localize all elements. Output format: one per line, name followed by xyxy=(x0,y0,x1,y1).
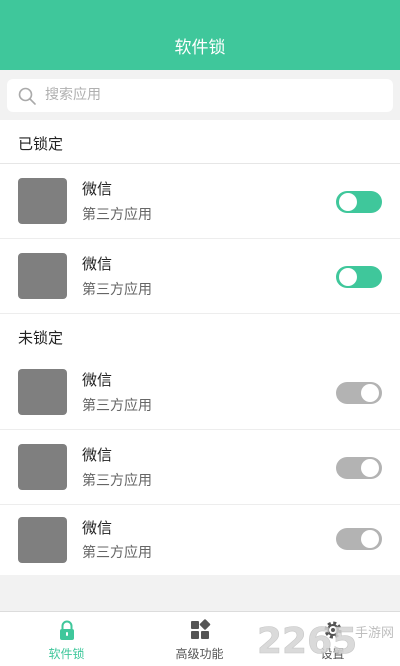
lock-toggle[interactable] xyxy=(336,382,382,404)
list-item[interactable]: 微信 第三方应用 xyxy=(0,505,400,575)
app-subtitle: 第三方应用 xyxy=(82,282,152,298)
app-subtitle: 第三方应用 xyxy=(82,473,152,489)
search-bar xyxy=(0,70,400,120)
app-subtitle: 第三方应用 xyxy=(82,545,152,561)
app-header: 软件锁 xyxy=(0,0,400,70)
search-input[interactable] xyxy=(45,84,375,106)
list-item[interactable]: 微信 第三方应用 xyxy=(0,239,400,314)
watermark-site: 手游网 xyxy=(355,626,394,641)
app-subtitle: 第三方应用 xyxy=(82,398,152,414)
app-name: 微信 xyxy=(82,371,113,389)
site-watermark: 2265 手游网 xyxy=(255,615,400,665)
tab-label: 高级功能 xyxy=(175,647,224,661)
page-title: 软件锁 xyxy=(174,38,226,58)
unlocked-section-header: 未锁定 xyxy=(0,314,400,358)
lock-toggle[interactable] xyxy=(336,528,382,550)
app-icon xyxy=(18,369,67,415)
list-item[interactable]: 微信 第三方应用 xyxy=(0,164,400,239)
app-name: 微信 xyxy=(82,519,113,537)
locked-section-header: 已锁定 xyxy=(0,120,400,164)
search-icon xyxy=(18,87,36,105)
tab-advanced[interactable]: 高级功能 xyxy=(133,612,266,666)
list-item[interactable]: 微信 第三方应用 xyxy=(0,355,400,430)
lock-toggle[interactable] xyxy=(336,266,382,288)
grid-icon xyxy=(191,619,211,639)
list-item[interactable]: 微信 第三方应用 xyxy=(0,430,400,505)
app-name: 微信 xyxy=(82,255,113,273)
list-footer-space xyxy=(0,575,400,611)
tab-software-lock[interactable]: 软件锁 xyxy=(0,612,133,666)
watermark-number: 2265 xyxy=(257,621,357,662)
watermark-logo: 2265 手游网 xyxy=(257,621,394,663)
app-icon xyxy=(18,253,67,299)
locked-section-title: 已锁定 xyxy=(18,135,64,153)
app-name: 微信 xyxy=(82,180,113,198)
toggle-knob xyxy=(361,530,379,548)
app-icon xyxy=(18,517,67,563)
app-list: 已锁定 微信 第三方应用 微信 第三方应用 未锁定 微信 第三方应用 微信 第三… xyxy=(0,120,400,575)
search-box[interactable] xyxy=(7,79,393,112)
toggle-knob xyxy=(361,459,379,477)
app-icon xyxy=(18,178,67,224)
lock-toggle[interactable] xyxy=(336,457,382,479)
toggle-knob xyxy=(361,384,379,402)
app-name: 微信 xyxy=(82,446,113,464)
app-icon xyxy=(18,444,67,490)
toggle-knob xyxy=(339,193,357,211)
tab-label: 软件锁 xyxy=(48,647,85,661)
lock-icon xyxy=(60,620,74,640)
lock-toggle[interactable] xyxy=(336,191,382,213)
app-subtitle: 第三方应用 xyxy=(82,207,152,223)
unlocked-section-title: 未锁定 xyxy=(18,329,64,347)
toggle-knob xyxy=(339,268,357,286)
